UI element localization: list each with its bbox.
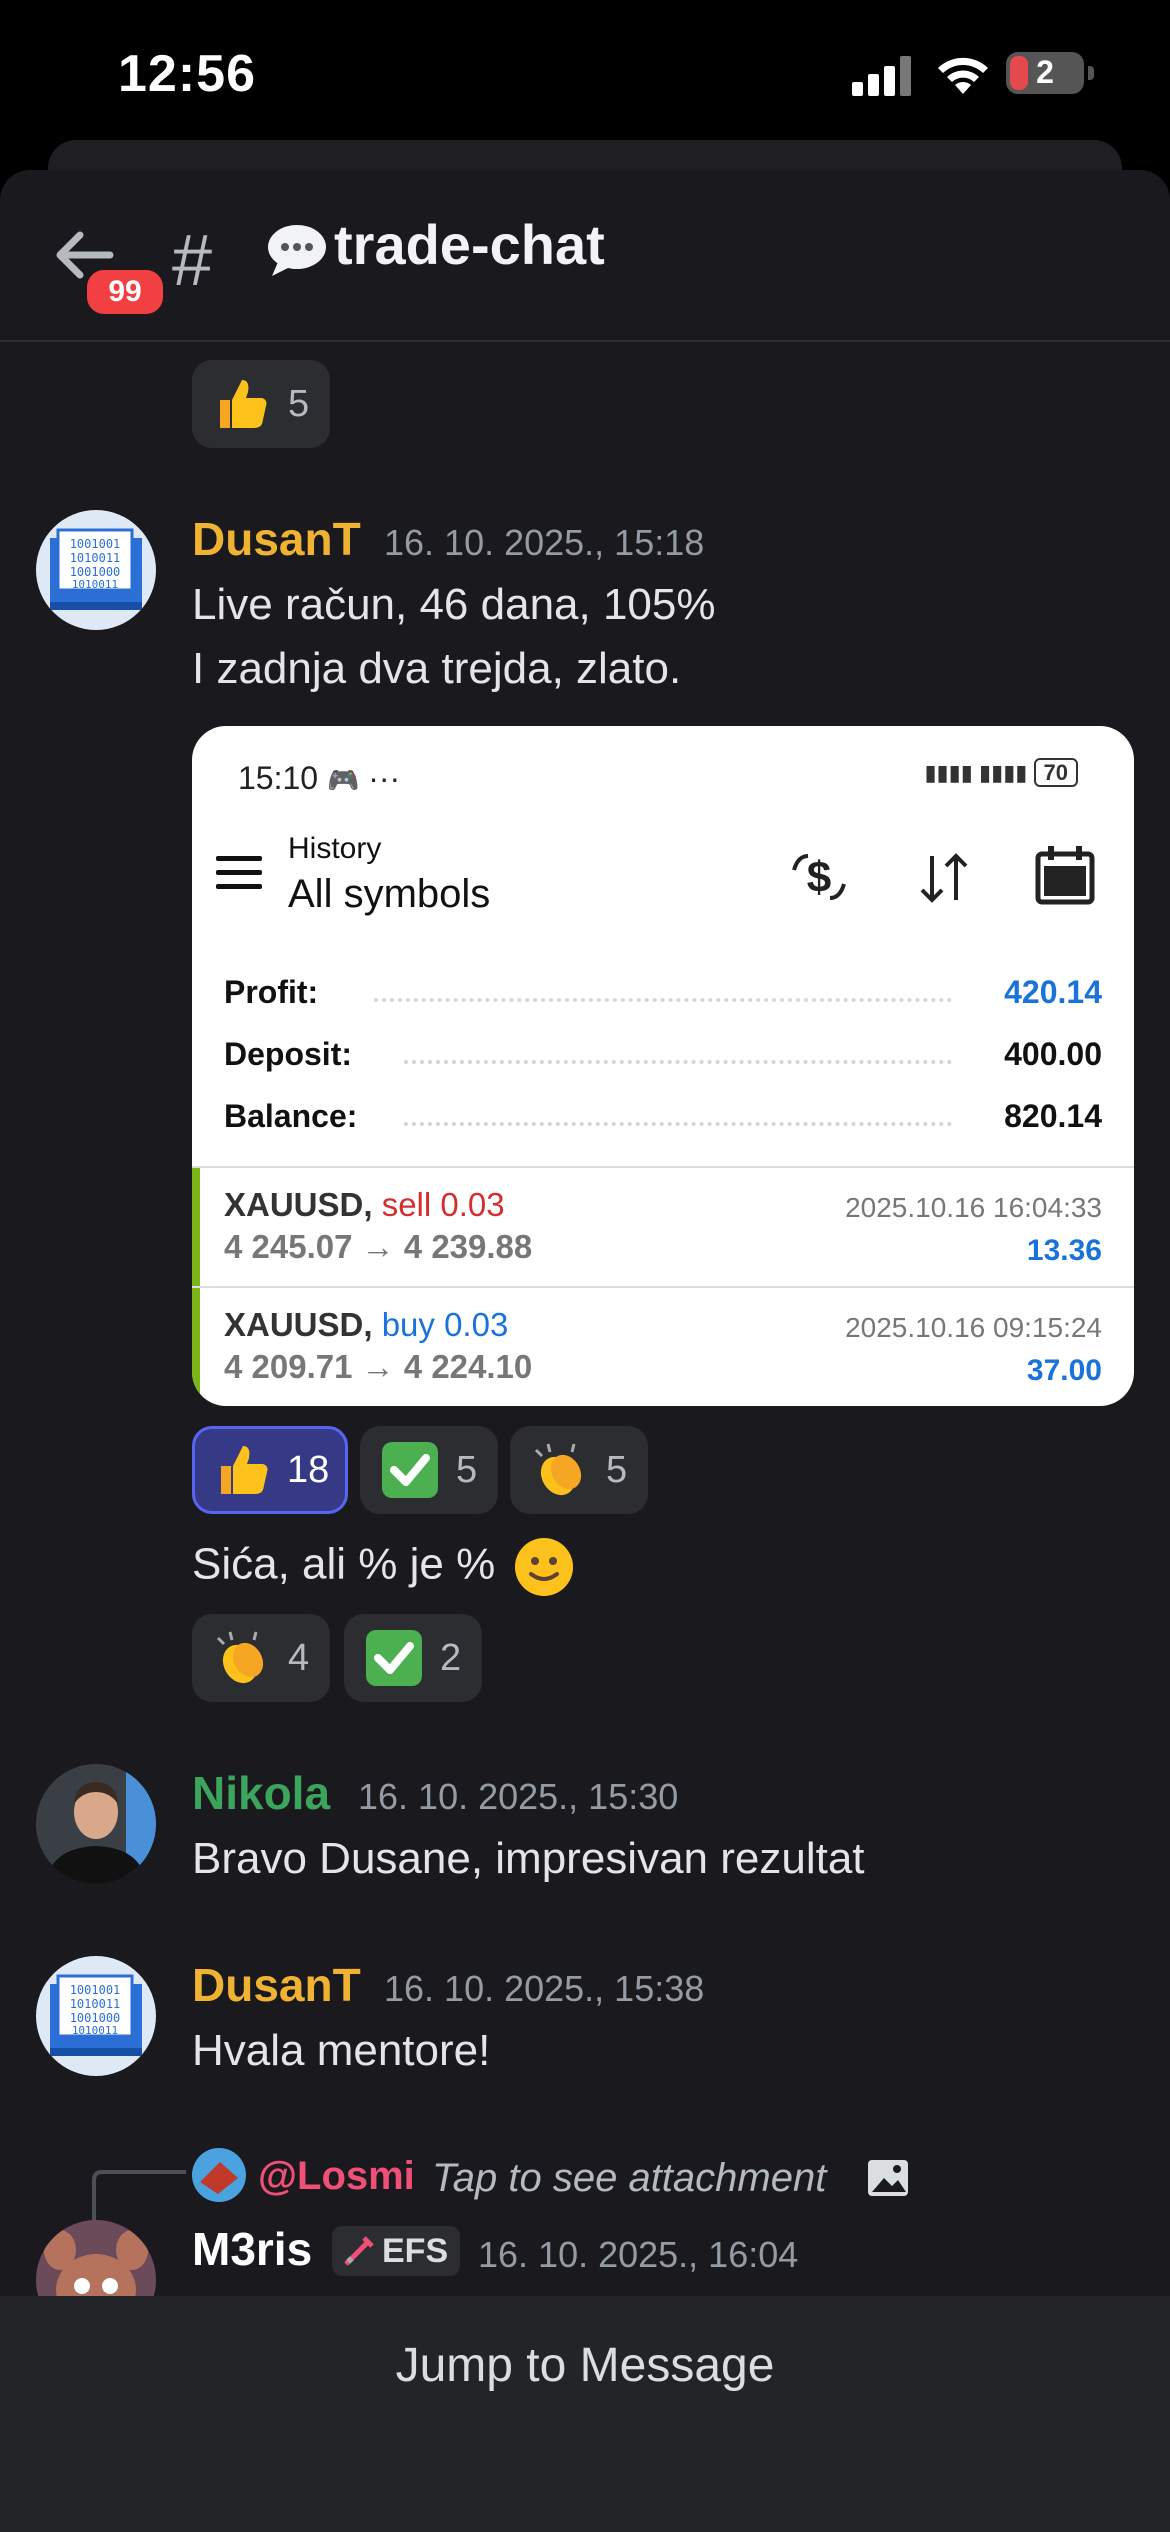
slightly-smiling-face-icon: [515, 1538, 574, 1596]
hamburger-menu-icon: [216, 856, 262, 890]
cellular-signal-icon: [852, 56, 914, 96]
reaction-clapping-hands[interactable]: 4: [192, 1614, 330, 1702]
battery-icon: 2: [1006, 52, 1094, 94]
channel-header: 99 # trade-chat: [0, 170, 1170, 342]
role-tag-label: EFS: [382, 2231, 449, 2270]
svg-text:1010011: 1010011: [72, 578, 118, 591]
sword-icon: [344, 2236, 374, 2266]
clapping-hands-icon: [528, 1438, 592, 1502]
clock: 12:56: [118, 45, 256, 103]
author-name[interactable]: DusanT: [192, 512, 361, 566]
svg-text:1001001: 1001001: [70, 537, 121, 551]
timestamp: 16. 10. 2025., 15:38: [384, 1968, 705, 2009]
avatar[interactable]: 1001001 1010011 1001000 1010011: [36, 510, 156, 630]
status-bar: 12:56 2: [0, 0, 1170, 150]
reaction-count: 18: [287, 1448, 330, 1491]
reaction-check-mark[interactable]: 5: [360, 1426, 498, 1514]
summary-row-profit: Profit: 420.14: [224, 974, 1102, 1010]
svg-text:1001000: 1001000: [70, 565, 121, 579]
reaction-thumbs-up[interactable]: 18: [192, 1426, 348, 1514]
timestamp: 16. 10. 2025., 15:30: [358, 1776, 679, 1817]
message-text: Sića, ali % je %: [192, 1536, 575, 1598]
clapping-hands-icon: [210, 1626, 274, 1690]
unread-badge: 99: [82, 265, 168, 319]
svg-text:1010011: 1010011: [72, 2024, 118, 2037]
timestamp: 16. 10. 2025., 16:04: [478, 2234, 799, 2275]
reply-connector: [92, 2170, 186, 2226]
reaction-count: 5: [288, 382, 310, 425]
reaction-clapping-hands[interactable]: 5: [510, 1426, 648, 1514]
check-mark-icon: [362, 1626, 426, 1690]
reaction-count: 5: [456, 1448, 478, 1491]
deal-row: XAUUSD, buy 0.03 4 209.71 → 4 224.10 202…: [192, 1286, 1134, 1406]
channel-hash-icon: #: [172, 221, 213, 301]
timestamp: 16. 10. 2025., 15:18: [384, 522, 705, 563]
attachment-title-small: History: [288, 832, 382, 865]
check-mark-icon: [378, 1438, 442, 1502]
reply-avatar: [192, 2148, 246, 2202]
svg-text:1001000: 1001000: [70, 2011, 121, 2025]
summary-row-balance: Balance: 820.14: [224, 1098, 1102, 1134]
author-name[interactable]: M3ris: [192, 2222, 312, 2276]
message-text: Hvala mentore!: [192, 2026, 491, 2075]
chat-screen: 99 # trade-chat 5 1001001 1010011 100100…: [0, 170, 1170, 2532]
reaction-check-mark[interactable]: 2: [344, 1614, 482, 1702]
currency-exchange-icon: $: [792, 853, 846, 902]
thumbs-up-icon: [213, 1438, 273, 1502]
author-name[interactable]: Nikola: [192, 1766, 330, 1820]
avatar[interactable]: 1001001 1010011 1001000 1010011: [36, 1956, 156, 2076]
battery-level: 2: [1036, 54, 1054, 90]
message-text: I zadnja dva trejda, zlato.: [192, 644, 682, 693]
image-attachment[interactable]: 15:10 🎮 ··· ▮▮▮▮ ▮▮▮▮ 70 History All sym…: [192, 726, 1134, 1406]
attachment-status-icons: ▮▮▮▮ ▮▮▮▮ 70: [924, 758, 1078, 790]
svg-text:$: $: [807, 853, 831, 902]
role-tag[interactable]: EFS: [332, 2226, 461, 2276]
calendar-icon: [1035, 846, 1095, 905]
reaction-count: 5: [606, 1448, 628, 1491]
svg-text:1001001: 1001001: [70, 1983, 121, 1997]
reply-mention[interactable]: @Losmi: [258, 2154, 415, 2199]
jump-to-message-bar[interactable]: Jump to Message: [0, 2296, 1170, 2532]
avatar[interactable]: [36, 1764, 156, 1884]
jump-to-message-button[interactable]: Jump to Message: [0, 2338, 1170, 2393]
sort-arrows-icon: [920, 853, 968, 903]
image-icon: [868, 2160, 908, 2196]
attachment-title-large: All symbols: [288, 872, 491, 916]
message-text: Bravo Dusane, impresivan rezultat: [192, 1834, 865, 1883]
reaction-count: 2: [440, 1636, 462, 1679]
channel-name[interactable]: trade-chat: [334, 212, 605, 277]
speech-bubble-icon: [268, 225, 326, 276]
reaction-count: 4: [288, 1636, 310, 1679]
message-text: Live račun, 46 dana, 105%: [192, 580, 716, 629]
author-name[interactable]: DusanT: [192, 1958, 361, 2012]
summary-row-deposit: Deposit: 400.00: [224, 1036, 1102, 1072]
deal-row: XAUUSD, sell 0.03 4 245.07 → 4 239.88 20…: [192, 1166, 1134, 1286]
svg-text:1010011: 1010011: [70, 551, 121, 565]
attachment-status-time: 15:10 🎮 ···: [238, 760, 401, 796]
thumbs-up-icon: [210, 372, 274, 436]
wifi-icon: [938, 57, 988, 94]
reply-preview[interactable]: Tap to see attachment: [432, 2156, 826, 2201]
reaction-thumbs-up[interactable]: 5: [192, 360, 330, 448]
svg-text:1010011: 1010011: [70, 1997, 121, 2011]
